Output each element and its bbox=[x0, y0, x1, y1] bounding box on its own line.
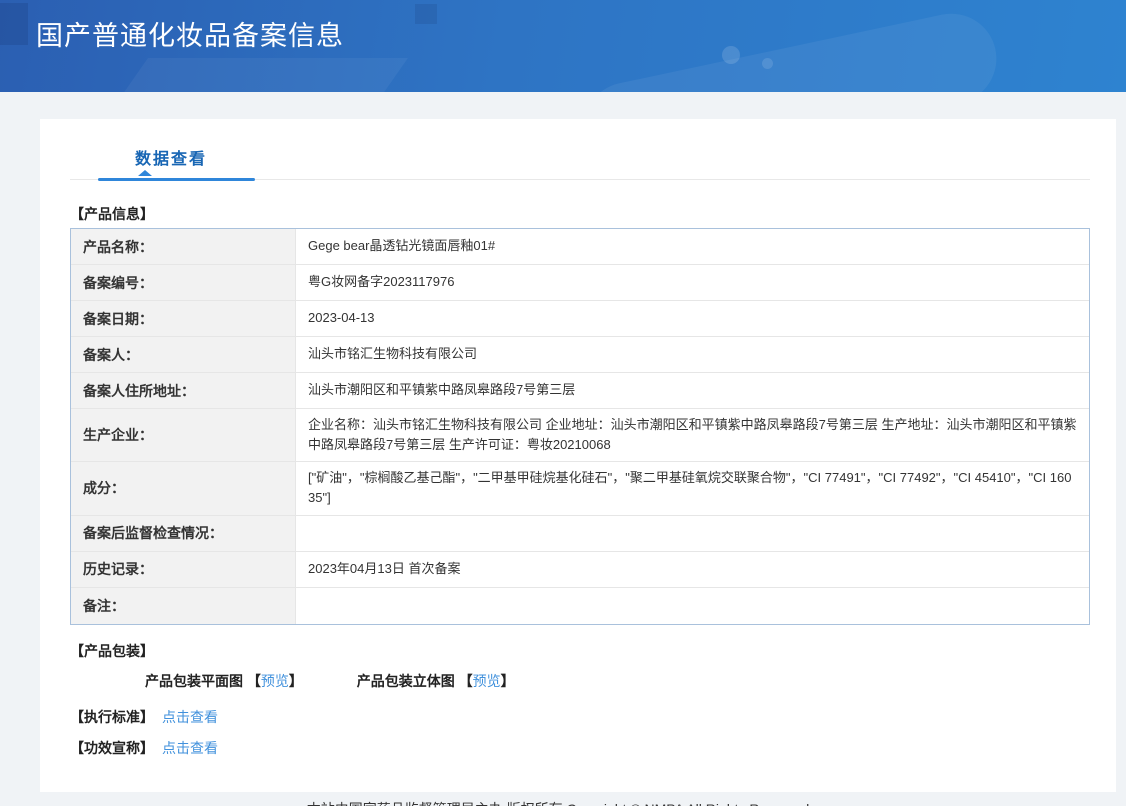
row-label: 备案编号： bbox=[71, 265, 296, 300]
row-value: 企业名称：汕头市铭汇生物科技有限公司 企业地址：汕头市潮阳区和平镇紫中路凤皋路段… bbox=[296, 409, 1089, 461]
row-label: 成分： bbox=[71, 462, 296, 514]
row-value: 粤G妆网备字2023117976 bbox=[296, 266, 1089, 298]
packaging-stereo-preview-link[interactable]: 预览 bbox=[473, 673, 501, 689]
table-row-filer-address: 备案人住所地址： 汕头市潮阳区和平镇紫中路凤皋路段7号第三层 bbox=[71, 373, 1089, 409]
row-label: 备案后监督检查情况： bbox=[71, 516, 296, 551]
table-row-filer: 备案人： 汕头市铭汇生物科技有限公司 bbox=[71, 337, 1089, 373]
table-row-remarks: 备注： bbox=[71, 588, 1089, 624]
footer-copyright-text: 本站由国家药品监督管理局主办 版权所有 Copyright © NMPA All… bbox=[307, 801, 809, 806]
packaging-flat-label: 产品包装平面图 bbox=[145, 673, 243, 689]
row-label: 备案日期： bbox=[71, 301, 296, 336]
packaging-section-title: 【产品包装】 bbox=[70, 641, 1090, 661]
row-value: 汕头市潮阳区和平镇紫中路凤皋路段7号第三层 bbox=[296, 374, 1089, 406]
bracket-open: 【 bbox=[459, 673, 473, 689]
banner-decoration-circle bbox=[762, 58, 773, 69]
row-label: 历史记录： bbox=[71, 552, 296, 587]
row-value: ["矿油"，"棕榈酸乙基己酯"，"二甲基甲硅烷基化硅石"，"聚二甲基硅氧烷交联聚… bbox=[296, 462, 1089, 514]
banner-decoration-blob bbox=[575, 5, 1005, 92]
page-body: 数据查看 【产品信息】 产品名称： Gege bear晶透钻光镜面唇釉01# 备… bbox=[0, 92, 1126, 806]
bracket-close: 】 bbox=[501, 673, 515, 689]
row-value bbox=[296, 600, 1089, 612]
page-title: 国产普通化妆品备案信息 bbox=[36, 14, 344, 53]
table-row-history: 历史记录： 2023年04月13日 首次备案 bbox=[71, 552, 1089, 588]
standards-view-link[interactable]: 点击查看 bbox=[162, 709, 218, 725]
content-card: 数据查看 【产品信息】 产品名称： Gege bear晶透钻光镜面唇釉01# 备… bbox=[40, 119, 1116, 792]
bracket-open: 【 bbox=[247, 673, 261, 689]
packaging-links-row: 产品包装平面图 【预览】 产品包装立体图 【预览】 bbox=[145, 671, 1090, 691]
table-row-filing-number: 备案编号： 粤G妆网备字2023117976 bbox=[71, 265, 1089, 301]
standards-section: 【执行标准】点击查看 bbox=[70, 707, 1090, 727]
page-footer: 本站由国家药品监督管理局主办 版权所有 Copyright © NMPA All… bbox=[0, 792, 1116, 806]
row-value: 2023年04月13日 首次备案 bbox=[296, 553, 1089, 585]
packaging-flat-preview-link[interactable]: 预览 bbox=[261, 673, 289, 689]
banner-decoration-circle bbox=[722, 46, 740, 64]
row-label: 产品名称： bbox=[71, 229, 296, 264]
table-row-manufacturer: 生产企业： 企业名称：汕头市铭汇生物科技有限公司 企业地址：汕头市潮阳区和平镇紫… bbox=[71, 409, 1089, 462]
standards-section-title: 【执行标准】 bbox=[70, 709, 154, 725]
bracket-close: 】 bbox=[289, 673, 303, 689]
row-label: 备案人住所地址： bbox=[71, 373, 296, 408]
row-label: 备案人： bbox=[71, 337, 296, 372]
product-info-table: 产品名称： Gege bear晶透钻光镜面唇釉01# 备案编号： 粤G妆网备字2… bbox=[70, 228, 1090, 625]
efficacy-view-link[interactable]: 点击查看 bbox=[162, 740, 218, 756]
row-label: 备注： bbox=[71, 588, 296, 624]
row-label: 生产企业： bbox=[71, 409, 296, 461]
table-row-filing-date: 备案日期： 2023-04-13 bbox=[71, 301, 1089, 337]
packaging-stereo-label: 产品包装立体图 bbox=[357, 673, 455, 689]
packaging-stereo-item: 产品包装立体图 【预览】 bbox=[357, 671, 515, 691]
packaging-flat-item: 产品包装平面图 【预览】 bbox=[145, 671, 303, 691]
efficacy-section-title: 【功效宣称】 bbox=[70, 740, 154, 756]
tab-bar: 数据查看 bbox=[70, 145, 1090, 180]
product-info-section-title: 【产品信息】 bbox=[70, 204, 1090, 224]
row-value: 汕头市铭汇生物科技有限公司 bbox=[296, 338, 1089, 370]
row-value: 2023-04-13 bbox=[296, 302, 1089, 334]
banner-decoration-square bbox=[0, 3, 28, 45]
active-tab-arrow-icon bbox=[138, 170, 152, 176]
table-row-product-name: 产品名称： Gege bear晶透钻光镜面唇釉01# bbox=[71, 229, 1089, 265]
banner-decoration-blob bbox=[92, 58, 408, 92]
table-row-ingredients: 成分： ["矿油"，"棕榈酸乙基己酯"，"二甲基甲硅烷基化硅石"，"聚二甲基硅氧… bbox=[71, 462, 1089, 515]
row-value bbox=[296, 527, 1089, 539]
table-row-supervision: 备案后监督检查情况： bbox=[71, 516, 1089, 552]
active-tab-underline bbox=[98, 178, 255, 181]
row-value: Gege bear晶透钻光镜面唇釉01# bbox=[296, 230, 1089, 262]
banner-decoration-square bbox=[415, 4, 437, 24]
efficacy-section: 【功效宣称】点击查看 bbox=[70, 738, 1090, 758]
page-banner: 国产普通化妆品备案信息 bbox=[0, 0, 1126, 92]
tab-data-view[interactable]: 数据查看 bbox=[135, 145, 207, 169]
